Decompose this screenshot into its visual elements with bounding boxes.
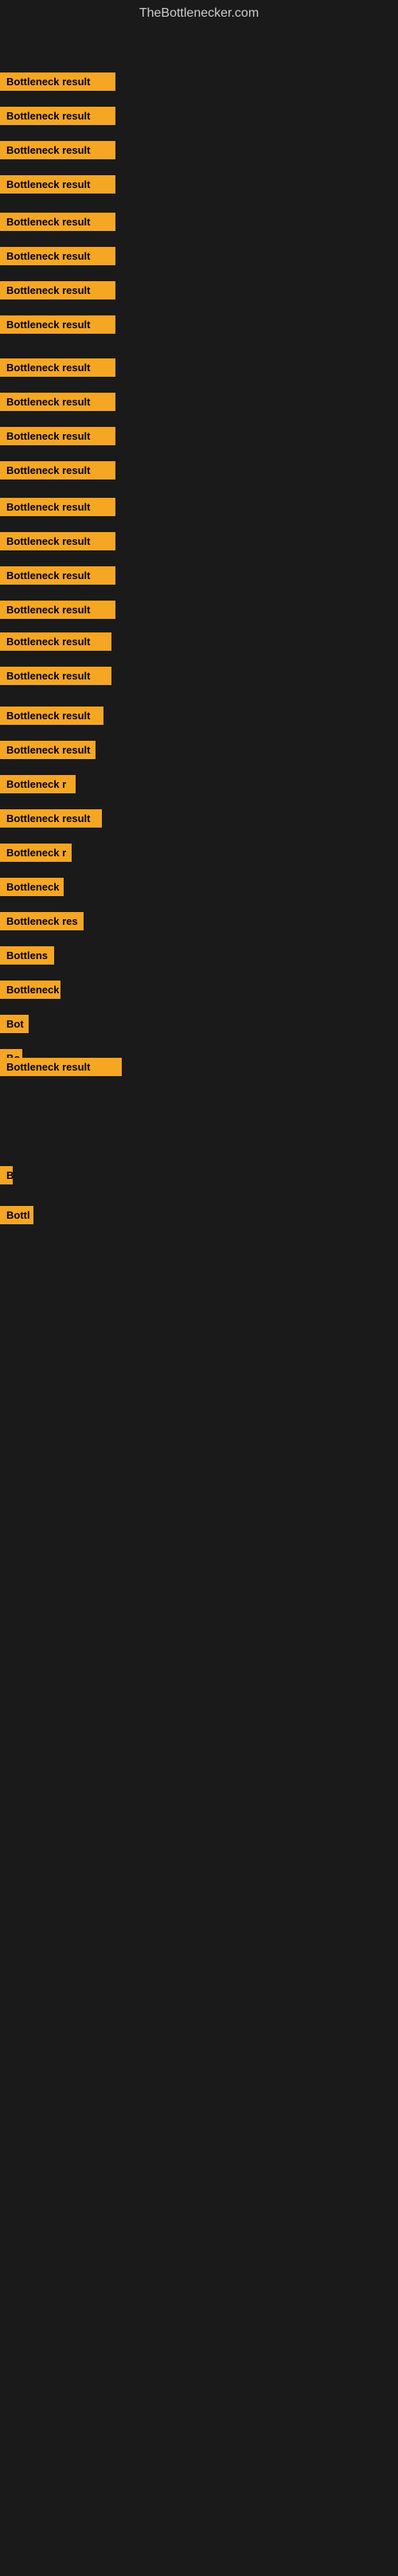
bottleneck-result-item: Bottleneck result xyxy=(0,1058,122,1076)
bottleneck-result-item: Bottleneck result xyxy=(0,427,115,445)
bottleneck-result-item: Bottl xyxy=(0,1206,33,1224)
bottleneck-result-item: Bottleneck result xyxy=(0,175,115,194)
bottleneck-result-item: Bottleneck r xyxy=(0,844,72,862)
bottleneck-result-item: Bottleneck result xyxy=(0,809,102,828)
bottleneck-result-item: Bottleneck result xyxy=(0,141,115,159)
site-title: TheBottlenecker.com xyxy=(0,0,398,27)
bottleneck-result-item: Bottleneck result xyxy=(0,281,115,299)
bottleneck-result-item: Bottleneck result xyxy=(0,393,115,411)
bottleneck-result-item: Bottleneck result xyxy=(0,213,115,231)
bottleneck-result-item: Bottleneck result xyxy=(0,107,115,125)
bottleneck-result-item: Bottleneck result xyxy=(0,601,115,619)
site-title-text: TheBottlenecker.com xyxy=(139,6,259,20)
bottleneck-result-item: Bottleneck xyxy=(0,878,64,896)
bottleneck-result-item: B xyxy=(0,1166,13,1184)
bottleneck-result-item: Bottleneck result xyxy=(0,315,115,334)
bottleneck-result-item: Bottleneck result xyxy=(0,532,115,550)
bottleneck-result-item: Bottleneck res xyxy=(0,912,84,930)
bottleneck-result-item: Bottleneck result xyxy=(0,632,111,651)
bottleneck-result-item: Bottleneck result xyxy=(0,566,115,585)
bottleneck-result-item: Bottleneck r xyxy=(0,775,76,793)
bottleneck-result-item: Bottleneck result xyxy=(0,498,115,516)
bottleneck-result-item: Bottleneck result xyxy=(0,72,115,91)
bottleneck-result-item: Bottleneck result xyxy=(0,667,111,685)
bottleneck-result-item: Bottleneck xyxy=(0,981,60,999)
bottleneck-result-item: Bottleneck result xyxy=(0,741,96,759)
bottleneck-result-item: Bot xyxy=(0,1015,29,1033)
bottleneck-result-item: Bottleneck result xyxy=(0,461,115,480)
bottleneck-result-item: Bottlens xyxy=(0,946,54,965)
bottleneck-result-item: Bottleneck result xyxy=(0,247,115,265)
bottleneck-result-item: Bottleneck result xyxy=(0,358,115,377)
bottleneck-result-item: Bottleneck result xyxy=(0,707,103,725)
